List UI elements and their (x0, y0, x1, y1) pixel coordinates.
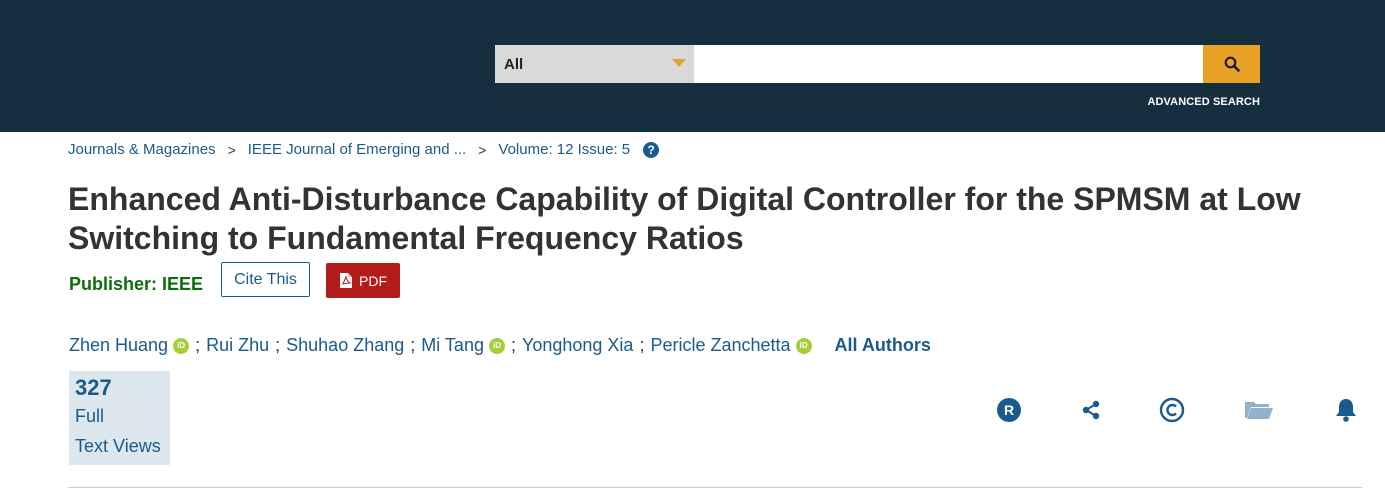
breadcrumb-separator: > (227, 141, 236, 158)
author-separator: ; (510, 335, 516, 355)
advanced-search-link[interactable]: ADVANCED SEARCH (1147, 96, 1260, 108)
alert-button[interactable] (1332, 396, 1360, 424)
share-button[interactable] (1077, 396, 1105, 424)
pdf-icon (340, 273, 352, 288)
breadcrumb-volume-issue[interactable]: Volume: 12 Issue: 5 (498, 141, 630, 158)
rights-button[interactable]: R (995, 396, 1023, 424)
caret-down-icon (672, 59, 686, 67)
search-scope-value: All (504, 55, 524, 73)
search-scope-select[interactable]: All (495, 45, 694, 83)
pdf-label: PDF (359, 272, 387, 289)
rights-icon: R (997, 398, 1021, 422)
article-title: Enhanced Anti-Disturbance Capability of … (68, 181, 1301, 256)
breadcrumb: Journals & Magazines > IEEE Journal of E… (68, 141, 660, 158)
author-separator: ; (639, 335, 645, 355)
copyright-icon (1159, 397, 1185, 423)
help-icon[interactable]: ? (643, 141, 660, 158)
share-icon (1082, 400, 1100, 420)
author-link[interactable]: Mi Tang (421, 335, 484, 356)
metric-label-line1: Full (75, 406, 105, 426)
author-separator: ; (275, 335, 281, 355)
pdf-button[interactable]: PDF (326, 263, 400, 298)
author-link[interactable]: Yonghong Xia (522, 335, 633, 356)
author-link[interactable]: Shuhao Zhang (286, 335, 404, 356)
bell-icon (1336, 399, 1356, 422)
author-list: Zhen Huang iD ; Rui Zhu ; Shuhao Zhang ;… (69, 335, 931, 356)
svg-text:R: R (1004, 402, 1014, 418)
search-button[interactable] (1203, 45, 1260, 83)
copyright-button[interactable] (1158, 396, 1186, 424)
breadcrumb-journals[interactable]: Journals & Magazines (68, 141, 216, 158)
cite-this-button[interactable]: Cite This (221, 262, 310, 297)
publisher-info: Publisher: IEEE (69, 274, 203, 295)
folder-button[interactable] (1244, 396, 1274, 424)
site-header: All ADVANCED SEARCH (0, 0, 1385, 132)
orcid-icon[interactable]: iD (488, 337, 505, 354)
cite-this-label: Cite This (234, 270, 297, 288)
publisher-label: Publisher: (69, 274, 158, 294)
full-text-views-metric[interactable]: 327 Full Text Views (69, 371, 170, 465)
orcid-icon[interactable]: iD (173, 337, 190, 354)
author-separator: ; (410, 335, 416, 355)
folder-icon (1245, 402, 1273, 419)
orcid-icon[interactable]: iD (795, 337, 812, 354)
metric-count: 327 (75, 375, 112, 400)
author-link[interactable]: Zhen Huang (69, 335, 168, 356)
author-separator: ; (195, 335, 201, 355)
search-input[interactable] (694, 45, 1203, 83)
all-authors-link[interactable]: All Authors (835, 335, 931, 356)
metric-label-line2: Text Views (75, 436, 161, 456)
section-divider (68, 487, 1362, 488)
publisher-value: IEEE (162, 274, 204, 294)
search-icon (1224, 56, 1240, 72)
breadcrumb-journal-title[interactable]: IEEE Journal of Emerging and ... (248, 141, 466, 158)
author-link[interactable]: Pericle Zanchetta (650, 335, 790, 356)
author-link[interactable]: Rui Zhu (206, 335, 269, 356)
breadcrumb-separator: > (478, 141, 487, 158)
